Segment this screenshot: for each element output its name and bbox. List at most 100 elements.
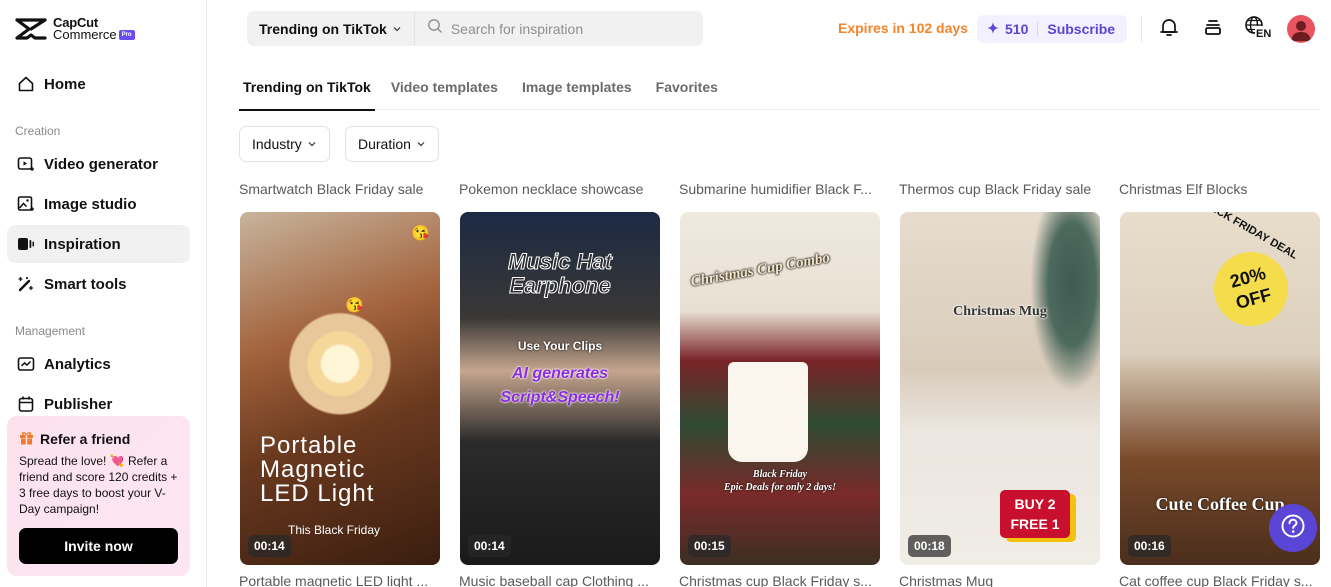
source-select[interactable]: Trending on TikTok <box>247 11 415 46</box>
globe-icon: EN <box>1244 15 1274 44</box>
card-overlay-tagline: AI generates Script&Speech! <box>500 365 620 406</box>
chevron-down-icon <box>307 136 317 152</box>
sidebar-item-label: Video generator <box>44 155 158 173</box>
card-overlay-subtitle: Use Your Clips <box>517 339 603 353</box>
analytics-icon <box>17 355 35 373</box>
card-overlay-subtitle: Black Friday Epic Deals for only 2 days! <box>724 469 836 493</box>
language-button[interactable]: EN <box>1244 15 1274 44</box>
inspiration-icon <box>17 235 35 253</box>
duration-badge: 00:15 <box>688 535 731 557</box>
tab-video-templates[interactable]: Video templates <box>391 70 498 110</box>
search-bar: Trending on TikTok <box>247 11 703 46</box>
sparkle-icon <box>987 21 999 37</box>
card-overlay-subtitle: This Black Friday <box>288 523 381 537</box>
duration-badge: 00:16 <box>1128 535 1171 557</box>
tree-graphic <box>1030 212 1100 392</box>
video-card[interactable]: Christmas Mug BUY 2 FREE 1 00:18 <box>900 212 1100 565</box>
tab-trending-on-tiktok[interactable]: Trending on TikTok <box>239 70 375 111</box>
card-overlay-text: Christmas Cup Combo <box>689 249 832 291</box>
prev-row-title[interactable]: Smartwatch Black Friday sale <box>239 181 439 197</box>
card-overlay-text: Christmas Mug <box>953 304 1047 319</box>
video-card[interactable]: Music Hat Earphone Use Your Clips AI gen… <box>460 212 660 565</box>
sidebar-item-smart-tools[interactable]: Smart tools <box>7 265 190 303</box>
duration-badge: 00:14 <box>248 535 291 557</box>
sidebar-item-analytics[interactable]: Analytics <box>7 345 190 383</box>
sidebar-item-label: Home <box>44 75 86 93</box>
image-sparkle-icon <box>17 195 35 213</box>
magic-wand-icon <box>17 275 35 293</box>
card-promo-badge: BUY 2 FREE 1 <box>1000 490 1070 538</box>
prev-row-title[interactable]: Christmas Elf Blocks <box>1119 181 1319 197</box>
sidebar-item-label: Analytics <box>44 355 111 373</box>
industry-filter[interactable]: Industry <box>239 126 330 162</box>
notifications-button[interactable] <box>1156 16 1182 42</box>
content-tabs: Trending on TikTok Video templates Image… <box>239 70 1320 111</box>
refer-body: Spread the love! 💘 Refer a friend and sc… <box>19 454 178 516</box>
app-root: CapCut Commerce Pro Home Creation Video g… <box>0 0 1331 587</box>
pro-badge: Pro <box>118 30 135 40</box>
subscribe-link[interactable]: Subscribe <box>1047 21 1115 37</box>
duration-filter[interactable]: Duration <box>345 126 439 162</box>
sidebar-item-video-generator[interactable]: Video generator <box>7 145 190 183</box>
sidebar-item-label: Image studio <box>44 195 137 213</box>
sidebar-item-label: Publisher <box>44 395 113 413</box>
user-avatar[interactable] <box>1287 15 1315 43</box>
chevron-down-icon <box>416 136 426 152</box>
language-code: EN <box>1256 28 1271 39</box>
topbar-divider <box>1141 16 1142 42</box>
duration-badge: 00:18 <box>908 535 951 557</box>
calendar-icon <box>17 395 35 413</box>
video-card[interactable]: 😘 😘 Portable Magnetic LED Light This Bla… <box>240 212 440 565</box>
card-title[interactable]: Portable magnetic LED light ... <box>239 573 439 587</box>
prev-row-title[interactable]: Thermos cup Black Friday sale <box>899 181 1099 197</box>
capcut-logo-icon <box>15 18 47 40</box>
inbox-button[interactable] <box>1200 16 1226 42</box>
credits-count: 510 <box>1005 21 1029 37</box>
duration-badge: 00:14 <box>468 535 511 557</box>
help-button[interactable] <box>1269 504 1317 552</box>
section-label-management: Management <box>15 324 86 338</box>
mug-graphic <box>728 362 808 462</box>
section-label-creation: Creation <box>15 124 61 138</box>
tray-stack-icon <box>1202 16 1224 43</box>
kiss-emoji-icon: 😘 <box>345 297 364 314</box>
brand-sub: Commerce <box>53 27 117 42</box>
gift-icon <box>19 430 34 448</box>
sidebar-item-label: Inspiration <box>44 235 121 253</box>
capcut-commerce-logo[interactable]: CapCut Commerce Pro <box>15 16 135 42</box>
source-select-value: Trending on TikTok <box>259 20 387 37</box>
home-icon <box>17 75 35 93</box>
duration-filter-label: Duration <box>358 136 411 152</box>
question-mark-icon <box>1280 513 1306 544</box>
card-title[interactable]: Christmas Mug <box>899 573 1099 587</box>
invite-now-button[interactable]: Invite now <box>19 528 178 564</box>
prev-row-title[interactable]: Submarine humidifier Black F... <box>679 181 879 197</box>
card-title[interactable]: Music baseball cap Clothing ... <box>459 573 659 587</box>
search-input[interactable] <box>450 20 691 37</box>
card-overlay-text: Portable Magnetic LED Light <box>260 432 375 507</box>
card-promo-badge: 20% OFF <box>1205 243 1297 335</box>
chevron-down-icon <box>392 21 402 37</box>
credits-subscribe-pill[interactable]: 510 Subscribe <box>977 15 1128 43</box>
refer-a-friend-card: Refer a friend Spread the love! 💘 Refer … <box>7 416 190 576</box>
sidebar-item-inspiration[interactable]: Inspiration <box>7 225 190 263</box>
tab-image-templates[interactable]: Image templates <box>522 70 632 110</box>
refer-title: Refer a friend <box>40 431 131 447</box>
user-silhouette-icon <box>1291 21 1311 41</box>
kiss-emoji-icon: 😘 <box>411 225 430 242</box>
tab-favorites[interactable]: Favorites <box>656 70 718 110</box>
sidebar-item-image-studio[interactable]: Image studio <box>7 185 190 223</box>
prev-row-title[interactable]: Pokemon necklace showcase <box>459 181 659 197</box>
card-title[interactable]: Christmas cup Black Friday s... <box>679 573 879 587</box>
search-icon <box>427 18 443 39</box>
video-sparkle-icon <box>17 155 35 173</box>
divider <box>1037 22 1039 36</box>
sidebar-item-label: Smart tools <box>44 275 127 293</box>
sidebar-item-home[interactable]: Home <box>7 65 190 103</box>
sidebar: CapCut Commerce Pro Home Creation Video g… <box>0 0 207 587</box>
expires-notice[interactable]: Expires in 102 days <box>838 20 968 36</box>
card-overlay-text: Music Hat Earphone <box>508 249 613 298</box>
card-title[interactable]: Cat coffee cup Black Friday s... <box>1119 573 1319 587</box>
video-card[interactable]: Christmas Cup Combo Black Friday Epic De… <box>680 212 880 565</box>
bell-icon <box>1158 16 1180 43</box>
